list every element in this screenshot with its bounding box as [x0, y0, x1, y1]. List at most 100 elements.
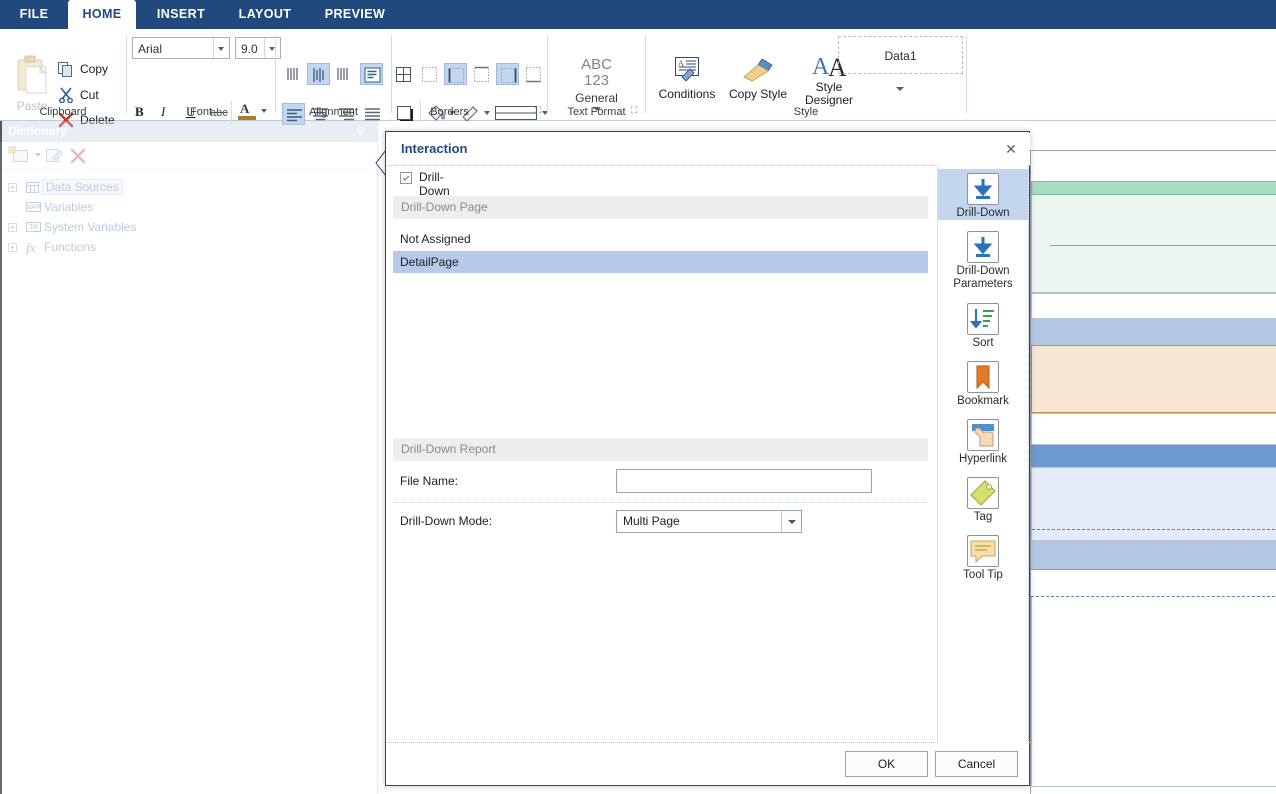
- tab-preview[interactable]: PREVIEW: [314, 0, 396, 29]
- border-right-button[interactable]: [496, 63, 519, 85]
- band-dashed-guide: [1032, 529, 1276, 530]
- ribbon-group-style: A Conditions Copy Style A A Style Design…: [646, 29, 966, 120]
- align-middle-button[interactable]: [307, 63, 330, 85]
- chevron-down-icon[interactable]: [896, 87, 904, 91]
- font-family-combo[interactable]: Arial: [132, 37, 230, 59]
- tree-label-variables: Variables: [44, 200, 94, 214]
- sidebar-item-tool-tip[interactable]: Tool Tip: [938, 531, 1028, 582]
- band-report-title[interactable]: Stimulsoft Date: {Today.ToString("Y")}: [1031, 195, 1276, 293]
- expand-icon[interactable]: +: [8, 243, 17, 252]
- tree-label-data-sources: Data Sources: [42, 179, 123, 195]
- sidebar-label-sort: Sort: [972, 337, 994, 349]
- section-header-drill-down-page: Drill-Down Page: [393, 196, 928, 219]
- band-page-header-strip[interactable]: [1031, 181, 1276, 195]
- drill-down-mode-select[interactable]: Multi Page: [616, 510, 802, 533]
- brush-icon: [743, 58, 773, 82]
- ok-button[interactable]: OK: [845, 751, 928, 777]
- border-left-button[interactable]: [444, 63, 467, 85]
- copy-label: Copy: [80, 62, 109, 76]
- edit-icon: [46, 149, 63, 162]
- align-bottom-button[interactable]: [332, 63, 355, 85]
- band-spacer-2[interactable]: [1031, 413, 1276, 445]
- chevron-down-icon[interactable]: [35, 153, 41, 157]
- tab-insert[interactable]: INSERT: [148, 0, 214, 29]
- drill-down-mode-label: Drill-Down Mode:: [400, 514, 493, 528]
- chevron-down-icon[interactable]: [781, 511, 801, 532]
- text-format-dialog-launcher[interactable]: ⛶: [631, 105, 637, 116]
- cancel-button[interactable]: Cancel: [935, 751, 1018, 777]
- file-name-label: File Name:: [400, 474, 459, 488]
- band-tail[interactable]: [1031, 597, 1276, 787]
- sidebar-item-bookmark[interactable]: Bookmark: [938, 357, 1028, 408]
- ribbon-tab-bar: FILE HOME INSERT LAYOUT PREVIEW: [0, 0, 1276, 29]
- border-bottom-button[interactable]: [522, 63, 545, 85]
- page-option-not-assigned-label: Not Assigned: [400, 232, 471, 246]
- section-label-drill-down-report: Drill-Down Report: [401, 442, 496, 456]
- sidebar-item-tag[interactable]: Tag: [938, 473, 1028, 524]
- band-footer[interactable]: [1031, 541, 1276, 569]
- group-divider-6: [966, 35, 967, 113]
- field-divider: [393, 502, 928, 504]
- border-all-button[interactable]: [392, 63, 415, 85]
- delete-icon: [70, 148, 86, 164]
- expand-icon[interactable]: +: [8, 183, 17, 192]
- tab-layout[interactable]: LAYOUT: [228, 0, 302, 29]
- group-label-clipboard: Clipboard: [39, 106, 87, 118]
- dialog-sidebar: Drill-Down Drill-Down Parameters Sort Bo…: [937, 165, 1029, 743]
- tab-home[interactable]: HOME: [68, 0, 136, 29]
- borders-dialog-launcher[interactable]: ⛶: [535, 105, 541, 116]
- text-format-sample-123: 123: [583, 72, 610, 89]
- band-data[interactable]: [1031, 345, 1276, 413]
- dialog-title: Interaction: [401, 141, 468, 156]
- band-group-body[interactable]: [1031, 467, 1276, 541]
- expand-icon[interactable]: +: [8, 223, 17, 232]
- close-icon[interactable]: ✕: [1002, 141, 1020, 157]
- section-header-drill-down-report: Drill-Down Report: [393, 438, 928, 461]
- border-top-button[interactable]: [470, 63, 493, 85]
- file-name-input[interactable]: [616, 469, 872, 493]
- sidebar-label-drill-down-parameters: Drill-Down Parameters: [953, 265, 1013, 290]
- page-option-not-assigned[interactable]: Not Assigned: [393, 228, 928, 250]
- table-icon: [26, 182, 39, 193]
- sidebar-label-hyperlink: Hyperlink: [959, 453, 1007, 465]
- sidebar-item-sort[interactable]: Sort: [938, 299, 1028, 350]
- chevron-down-icon[interactable]: [213, 38, 229, 58]
- sigma-icon: Σ#: [26, 222, 41, 232]
- dictionary-panel: Dictionary ⚲ + Data Sources VAR Variable…: [0, 121, 378, 794]
- tooltip-icon: [967, 535, 999, 567]
- report-page[interactable]: Stimulsoft Date: {Today.ToString("Y")}: [1030, 150, 1276, 794]
- border-none-button[interactable]: [418, 63, 441, 85]
- pin-icon[interactable]: ⚲: [356, 124, 365, 138]
- page-option-detailpage[interactable]: DetailPage: [393, 251, 928, 273]
- sidebar-label-tag: Tag: [973, 511, 993, 523]
- title-underline: [1050, 245, 1276, 246]
- band-spacer-1[interactable]: [1031, 293, 1276, 319]
- text-format-button[interactable]: ABC 123 General: [548, 57, 645, 111]
- ribbon-group-clipboard: Paste Copy Cut Delete Clipboard: [0, 29, 126, 128]
- current-style-box[interactable]: Data1: [838, 36, 963, 74]
- band-footer-bottom[interactable]: [1031, 569, 1276, 597]
- dictionary-title: Dictionary: [8, 124, 67, 138]
- sidebar-label-bookmark: Bookmark: [957, 395, 1009, 407]
- conditions-button[interactable]: A Conditions: [656, 55, 718, 101]
- font-family-value: Arial: [138, 42, 163, 56]
- dictionary-header: Dictionary ⚲: [0, 121, 377, 142]
- dictionary-toolbar: [0, 142, 377, 170]
- drill-down-mode-value: Multi Page: [623, 514, 680, 528]
- text-format-label: General: [575, 91, 618, 105]
- page-option-detailpage-label: DetailPage: [400, 255, 459, 269]
- drill-down-enabled-checkbox[interactable]: [400, 172, 412, 184]
- sidebar-item-hyperlink[interactable]: Hyperlink: [938, 415, 1028, 466]
- copy-style-button[interactable]: Copy Style: [722, 55, 794, 101]
- sort-icon: [967, 303, 999, 335]
- tab-file[interactable]: FILE: [12, 0, 56, 29]
- text-wrap-button[interactable]: [360, 63, 383, 85]
- cut-label: Cut: [80, 88, 99, 102]
- band-group-header[interactable]: [1031, 445, 1276, 467]
- drill-down-parameters-icon: [967, 231, 999, 263]
- align-top-button[interactable]: [282, 63, 305, 85]
- ribbon-body: Paste Copy Cut Delete Clipboard Arial 9.…: [0, 29, 1276, 128]
- band-header[interactable]: [1031, 319, 1276, 345]
- sidebar-item-drill-down-parameters[interactable]: Drill-Down Parameters: [938, 227, 1028, 290]
- sidebar-item-drill-down[interactable]: Drill-Down: [938, 169, 1028, 220]
